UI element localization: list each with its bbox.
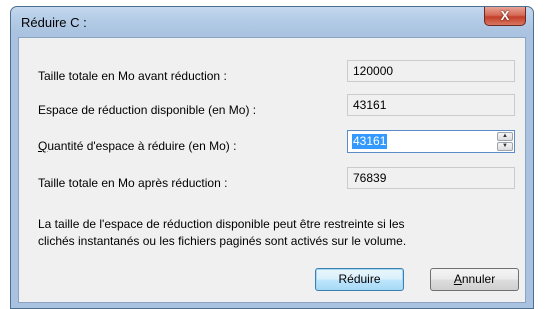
shrink-info-note: La taille de l'espace de réduction dispo… [38, 216, 508, 250]
cancel-mnemonic: A [453, 272, 462, 286]
total-size-before-label: Taille totale en Mo avant réduction : [38, 69, 227, 83]
total-size-after-label: Taille totale en Mo après réduction : [38, 176, 228, 190]
dialog-title: Réduire C : [21, 15, 87, 30]
available-shrink-space-label: Espace de réduction disponible (en Mo) : [38, 103, 257, 117]
cancel-button[interactable]: Annuler [430, 268, 519, 291]
amount-to-shrink-spinbox[interactable]: 43161 ▲ ▼ [347, 130, 515, 153]
close-button[interactable]: X [484, 7, 526, 26]
spin-up-icon[interactable]: ▲ [497, 132, 513, 141]
spin-down-icon[interactable]: ▼ [497, 142, 513, 151]
total-size-before-value: 120000 [347, 60, 515, 82]
available-shrink-space-value: 43161 [347, 94, 515, 116]
shrink-info-line-1: La taille de l'espace de réduction dispo… [38, 217, 405, 231]
amount-to-shrink-input[interactable]: 43161 [352, 134, 388, 149]
cancel-label-text: nnuler [461, 272, 496, 286]
shrink-button[interactable]: Réduire [315, 268, 404, 291]
dialog-body: Taille totale en Mo avant réduction : 12… [18, 37, 526, 303]
title-bar[interactable]: Réduire C : X [11, 7, 533, 37]
shrink-volume-dialog: Réduire C : X Taille totale en Mo avant … [10, 6, 534, 309]
amount-to-shrink-label-text: uantité d'espace à réduire (en Mo) : [47, 139, 237, 153]
spin-buttons: ▲ ▼ [497, 132, 513, 151]
amount-to-shrink-label: Quantité d'espace à réduire (en Mo) : [38, 139, 236, 153]
shrink-info-line-2: clichés instantanés ou les fichiers pagi… [38, 234, 407, 248]
amount-to-shrink-mnemonic: Q [38, 139, 48, 153]
total-size-after-value: 76839 [347, 167, 515, 189]
